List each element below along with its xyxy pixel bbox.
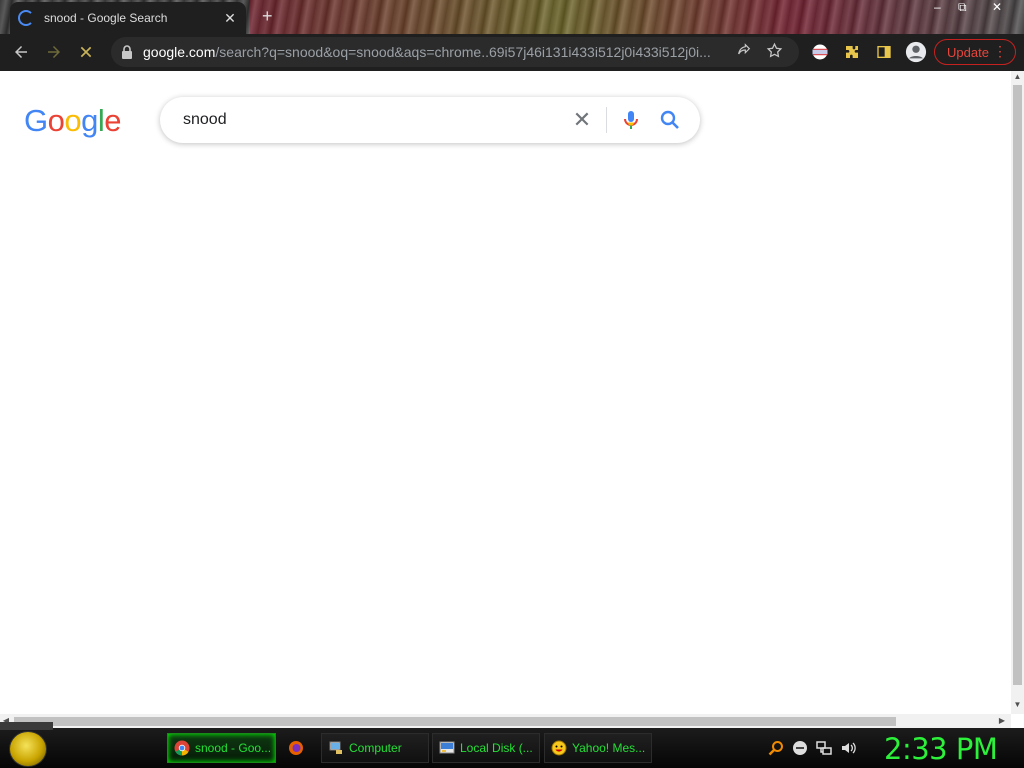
side-panel-icon[interactable] [871, 39, 897, 65]
url-text: google.com/search?q=snood&oq=snood&aqs=c… [143, 44, 711, 60]
update-label: Update [947, 44, 989, 60]
profile-flag-icon[interactable] [807, 39, 833, 65]
close-window-button[interactable]: ✕ [992, 0, 1002, 14]
yahoo-messenger-icon [551, 740, 567, 756]
tab-active[interactable]: snood - Google Search ✕ [10, 2, 246, 34]
chrome-icon [174, 740, 190, 756]
back-icon [15, 46, 27, 58]
taskbar-item-chrome[interactable]: snood - Goo... [167, 733, 276, 763]
clear-icon[interactable]: ✕ [570, 108, 594, 132]
stop-button[interactable] [71, 37, 101, 67]
update-button[interactable]: Update ⋮ [934, 39, 1016, 65]
lock-icon [122, 45, 132, 59]
firefox-icon [289, 741, 303, 755]
taskbar-item-yahoo-messenger[interactable]: Yahoo! Mes... [544, 733, 652, 763]
taskbar-item-local-disk[interactable]: Local Disk (... [432, 733, 540, 763]
loading-spinner-icon [18, 10, 34, 26]
taskbar-item-label: Local Disk (... [460, 741, 533, 755]
local-disk-icon [439, 741, 455, 754]
scroll-down-icon[interactable]: ▼ [1011, 699, 1024, 711]
search-icon[interactable] [768, 740, 784, 756]
vertical-scrollbar[interactable]: ▲ ▼ [1011, 71, 1024, 714]
back-button[interactable] [6, 37, 36, 67]
forward-button[interactable] [39, 37, 69, 67]
minimize-button[interactable]: – [934, 0, 941, 14]
start-button[interactable] [9, 731, 47, 767]
taskbar-item-label: Yahoo! Mes... [572, 741, 646, 755]
search-input[interactable] [181, 110, 561, 130]
tab-title: snood - Google Search [44, 11, 168, 25]
clock[interactable]: 2:33 PM [884, 732, 998, 766]
microphone-icon[interactable] [619, 108, 643, 132]
page-content: Google ✕ [0, 71, 1011, 714]
address-bar[interactable]: google.com/search?q=snood&oq=snood&aqs=c… [111, 37, 799, 67]
taskbar-item-label: snood - Goo... [195, 741, 272, 755]
logo-letter: o [64, 103, 82, 138]
search-icon[interactable] [658, 108, 682, 132]
maximize-button[interactable]: ⧉ [958, 0, 967, 14]
browser-toolbar: google.com/search?q=snood&oq=snood&aqs=c… [0, 34, 1024, 71]
logo-letter: o [47, 103, 65, 138]
network-icon[interactable] [816, 740, 832, 756]
computer-icon [329, 741, 342, 754]
google-logo[interactable]: Google [24, 103, 122, 139]
stop-icon [80, 46, 92, 58]
minus-circle-icon[interactable] [792, 740, 808, 756]
star-icon[interactable] [759, 42, 789, 63]
extensions-icon[interactable] [839, 39, 865, 65]
horizontal-scrollbar[interactable]: ◀ ▶ [0, 714, 1011, 728]
logo-letter: g [81, 103, 98, 138]
search-box[interactable]: ✕ [160, 97, 700, 143]
logo-letter: e [104, 103, 122, 138]
taskbar: snood - Goo... Computer Local Disk (... … [0, 722, 1024, 768]
taskbar-item-computer[interactable]: Computer [321, 733, 429, 763]
horizontal-scroll-thumb[interactable] [14, 717, 896, 726]
volume-icon[interactable] [840, 740, 856, 756]
account-icon[interactable] [903, 39, 929, 65]
scroll-right-icon[interactable]: ▶ [996, 714, 1008, 728]
start-highlight [0, 722, 53, 730]
search-divider [606, 107, 607, 133]
scroll-up-icon[interactable]: ▲ [1011, 71, 1024, 83]
new-tab-button[interactable]: + [262, 6, 273, 27]
menu-icon[interactable]: ⋮ [993, 43, 1007, 60]
vertical-scroll-thumb[interactable] [1013, 85, 1022, 685]
logo-letter: G [24, 103, 48, 138]
taskbar-item-firefox[interactable] [282, 733, 314, 763]
forward-icon [48, 46, 60, 58]
share-icon[interactable] [729, 42, 759, 62]
taskbar-item-label: Computer [349, 741, 402, 755]
tab-close-icon[interactable]: ✕ [222, 10, 238, 27]
tab-strip: snood - Google Search ✕ + – ⧉ ✕ [0, 0, 1024, 34]
